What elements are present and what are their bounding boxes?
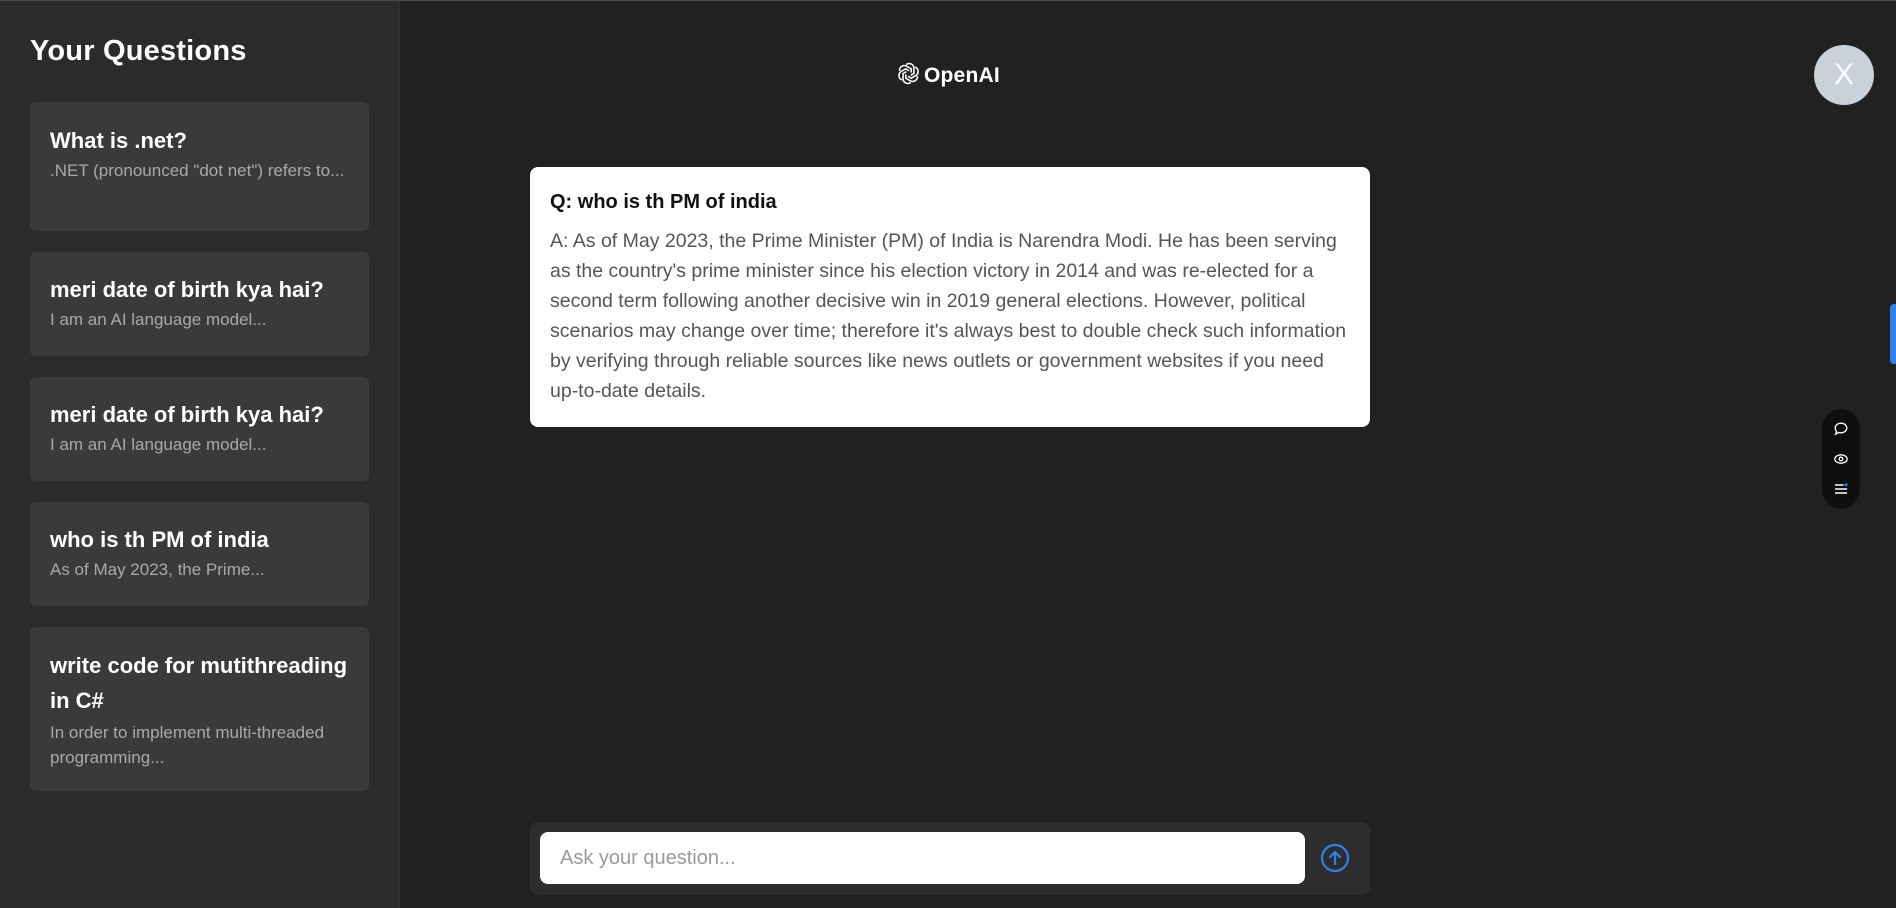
question-card[interactable]: write code for mutithreading in C# In or…	[30, 627, 369, 791]
question-card[interactable]: meri date of birth kya hai? I am an AI l…	[30, 252, 369, 356]
sidebar-title: Your Questions	[30, 35, 247, 67]
question-card-title: meri date of birth kya hai?	[50, 277, 324, 302]
question-card[interactable]: meri date of birth kya hai? I am an AI l…	[30, 377, 369, 481]
chat-bubble-icon[interactable]	[1832, 420, 1850, 438]
question-card-title: write code for mutithreading in C#	[50, 653, 348, 713]
question-card-preview: As of May 2023, the Prime...	[50, 560, 265, 579]
question-card-preview: .NET (pronounced "dot net") refers to...	[50, 161, 345, 180]
floating-toolbar	[1822, 409, 1860, 509]
question-input[interactable]	[540, 832, 1305, 884]
question-card-preview: I am an AI language model...	[50, 310, 267, 329]
eye-icon[interactable]	[1832, 450, 1850, 468]
list-icon[interactable]	[1832, 480, 1850, 498]
openai-logo: OpenAI	[896, 61, 1000, 91]
question-card-title: who is th PM of india	[50, 527, 269, 552]
question-card[interactable]: What is .net? .NET (pronounced "dot net"…	[30, 102, 369, 231]
question-card-title: meri date of birth kya hai?	[50, 402, 324, 427]
question-card[interactable]: who is th PM of india As of May 2023, th…	[30, 502, 369, 606]
openai-logo-icon	[896, 61, 921, 91]
arrow-up-circle-icon	[1319, 843, 1351, 877]
question-card-preview: I am an AI language model...	[50, 435, 267, 454]
answer-text: A: As of May 2023, the Prime Minister (P…	[550, 230, 1347, 402]
send-button[interactable]	[1319, 842, 1351, 874]
question-input-bar	[530, 822, 1370, 895]
question-card-preview: In order to implement multi-threaded pro…	[50, 723, 325, 767]
close-button[interactable]: X	[1814, 45, 1874, 105]
answer-card: Q: who is th PM of india A: As of May 20…	[530, 167, 1370, 427]
answer-question: Q: who is th PM of india	[550, 191, 777, 213]
side-panel-tab[interactable]	[1890, 304, 1896, 364]
question-card-title: What is .net?	[50, 128, 187, 153]
sidebar: Your Questions What is .net? .NET (prono…	[0, 1, 400, 908]
logo-text: OpenAI	[924, 64, 1000, 87]
app-window: Your Questions What is .net? .NET (prono…	[0, 0, 1896, 908]
